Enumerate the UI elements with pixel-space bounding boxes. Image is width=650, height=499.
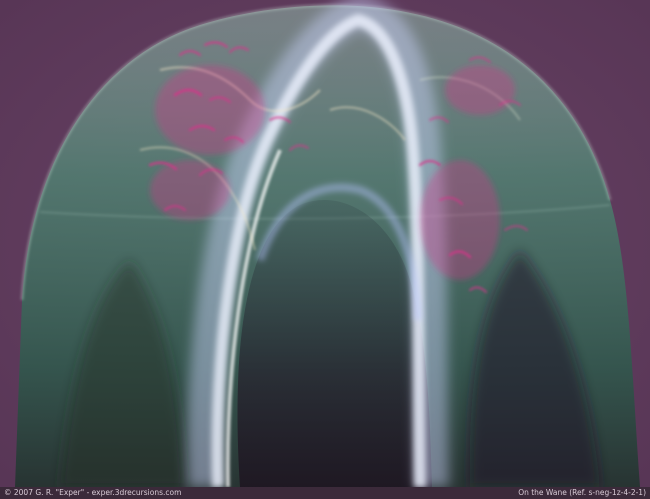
fractal-artwork-canvas: © 2007 G. R. "Exper" - exper.3drecursion…: [0, 0, 650, 499]
fractal-artwork-image: [0, 0, 650, 487]
caption-bar: © 2007 G. R. "Exper" - exper.3drecursion…: [0, 487, 650, 499]
title-reference-text: On the Wane (Ref. s-neg-1z-4-2-1): [518, 488, 646, 497]
credit-text: © 2007 G. R. "Exper" - exper.3drecursion…: [4, 488, 182, 497]
